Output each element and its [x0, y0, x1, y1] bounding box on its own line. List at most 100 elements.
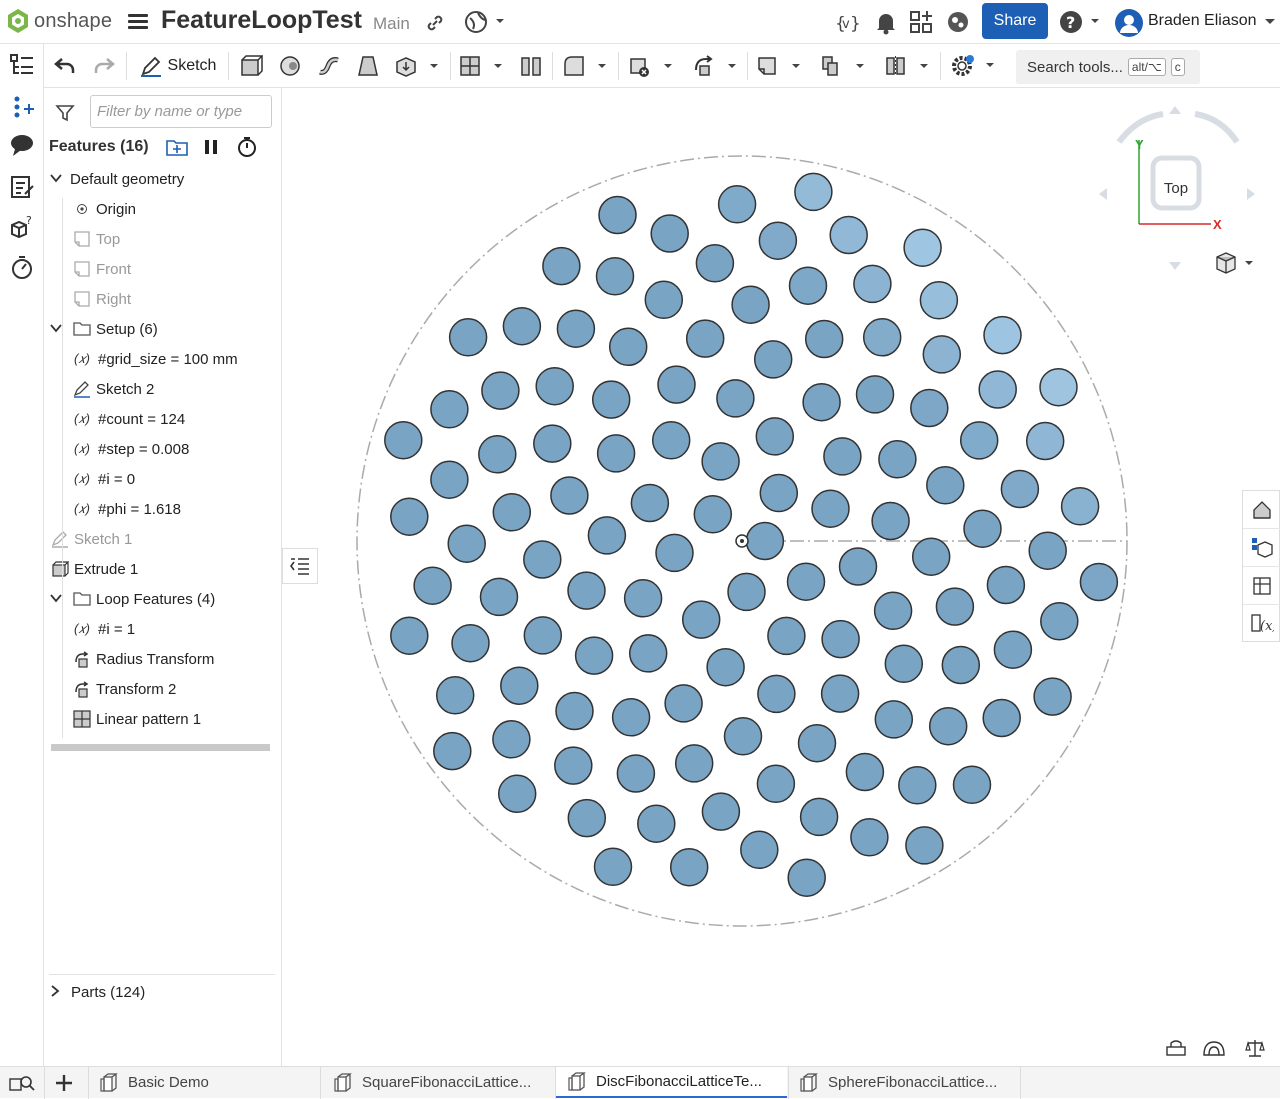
- disc-part[interactable]: [430, 460, 469, 499]
- search-tools-button[interactable]: Search tools... alt/⌥ c: [1016, 50, 1200, 84]
- section-view-icon[interactable]: [1164, 1038, 1188, 1058]
- graphics-viewport[interactable]: Top Y X: [282, 88, 1280, 1066]
- disc-part[interactable]: [574, 636, 614, 675]
- split-icon[interactable]: [518, 53, 544, 79]
- disc-part[interactable]: [794, 172, 833, 212]
- tab-square-fibonacci[interactable]: SquareFibonacciLattice...: [334, 1067, 554, 1098]
- tree-var-i0[interactable]: (𝑥) #i = 0: [70, 464, 135, 494]
- pause-icon[interactable]: [200, 136, 222, 158]
- disc-part[interactable]: [853, 264, 892, 304]
- disc-part[interactable]: [959, 421, 999, 460]
- disc-part[interactable]: [952, 765, 992, 805]
- disc-part[interactable]: [731, 285, 770, 324]
- disc-part[interactable]: [433, 731, 472, 771]
- disc-part[interactable]: [451, 623, 490, 663]
- disc-part[interactable]: [681, 600, 721, 639]
- disc-part[interactable]: [655, 533, 694, 573]
- measure-angle-icon[interactable]: [1202, 1038, 1226, 1058]
- branch-label[interactable]: Main: [373, 14, 410, 34]
- link-icon[interactable]: [424, 12, 446, 34]
- disc-part[interactable]: [701, 792, 741, 831]
- view-cube[interactable]: Top Y X: [1097, 100, 1257, 290]
- disc-part[interactable]: [829, 215, 868, 255]
- rotate-left-arrow-icon[interactable]: [1099, 188, 1107, 200]
- tree-var-count[interactable]: (𝑥) #count = 124: [70, 404, 185, 434]
- rotate-up-arrow-icon[interactable]: [1169, 106, 1181, 114]
- parts-list[interactable]: Parts (124): [49, 974, 275, 1004]
- disc-part[interactable]: [986, 565, 1026, 605]
- mass-properties-icon[interactable]: ?: [9, 214, 35, 240]
- disc-part[interactable]: [871, 501, 910, 541]
- disc-part[interactable]: [644, 280, 684, 320]
- disc-part[interactable]: [878, 440, 917, 479]
- disc-part[interactable]: [596, 434, 636, 473]
- disc-part[interactable]: [767, 616, 806, 656]
- disc-part[interactable]: [898, 766, 937, 805]
- disc-part[interactable]: [799, 797, 839, 837]
- mass-scale-icon[interactable]: [1244, 1037, 1266, 1059]
- timer-icon[interactable]: [9, 254, 35, 280]
- disc-part[interactable]: [664, 684, 703, 723]
- tree-loop-folder[interactable]: Loop Features (4): [50, 584, 215, 614]
- redo-icon[interactable]: [91, 53, 117, 79]
- menu-icon[interactable]: [128, 11, 148, 31]
- variables-icon[interactable]: {v}: [834, 10, 860, 36]
- disc-part[interactable]: [978, 370, 1017, 409]
- disc-part[interactable]: [669, 847, 709, 887]
- disc-part[interactable]: [862, 318, 902, 357]
- tree-radius-transform[interactable]: Radius Transform: [72, 644, 214, 674]
- disc-part[interactable]: [623, 579, 663, 618]
- disc-part[interactable]: [413, 566, 452, 605]
- disc-part[interactable]: [786, 562, 826, 601]
- disc-part[interactable]: [1000, 469, 1040, 509]
- disc-part[interactable]: [478, 435, 517, 474]
- share-button[interactable]: Share: [982, 3, 1048, 39]
- disc-part[interactable]: [905, 826, 944, 865]
- disc-part[interactable]: [542, 246, 581, 286]
- disc-part[interactable]: [1033, 677, 1072, 716]
- configurations-icon[interactable]: [1243, 567, 1280, 605]
- disc-part[interactable]: [611, 698, 651, 737]
- custom-features-gear-icon[interactable]: [948, 52, 998, 80]
- transform-icon[interactable]: [692, 53, 740, 79]
- notifications-bell-icon[interactable]: [874, 10, 898, 36]
- disc-part[interactable]: [430, 390, 469, 429]
- disc-part[interactable]: [845, 752, 885, 792]
- disc-part[interactable]: [523, 540, 562, 579]
- chevron-down-icon[interactable]: [50, 172, 64, 187]
- document-notes-icon[interactable]: [9, 174, 35, 200]
- sketch-button[interactable]: Sketch: [136, 52, 220, 80]
- disc-part[interactable]: [651, 421, 691, 460]
- filter-input[interactable]: Filter by name or type: [90, 95, 272, 128]
- document-title[interactable]: FeatureLoopTest: [161, 6, 362, 35]
- disc-part[interactable]: [755, 417, 795, 456]
- disc-part[interactable]: [855, 375, 895, 414]
- disc-part[interactable]: [500, 666, 539, 705]
- disc-part[interactable]: [740, 830, 779, 870]
- disc-part[interactable]: [787, 858, 826, 897]
- disc-part[interactable]: [595, 257, 635, 296]
- disc-part[interactable]: [759, 473, 799, 513]
- comments-icon[interactable]: [9, 132, 35, 158]
- disc-part[interactable]: [693, 495, 733, 534]
- linear-pattern-icon[interactable]: [820, 53, 868, 79]
- thicken-icon[interactable]: [394, 53, 442, 79]
- disc-part[interactable]: [850, 818, 889, 857]
- disc-part[interactable]: [717, 185, 757, 224]
- tree-plane-right[interactable]: Right: [72, 284, 131, 314]
- disc-part[interactable]: [497, 774, 537, 814]
- disc-part[interactable]: [556, 309, 596, 348]
- variable-table-icon[interactable]: (x): [1243, 605, 1280, 643]
- disc-part[interactable]: [535, 366, 574, 406]
- disc-part[interactable]: [911, 537, 951, 576]
- app-store-icon[interactable]: [908, 9, 934, 35]
- tree-plane-front[interactable]: Front: [72, 254, 131, 284]
- disc-part[interactable]: [657, 365, 696, 404]
- rotate-down-arrow-icon[interactable]: [1169, 262, 1181, 270]
- onshape-logo[interactable]: onshape: [6, 8, 112, 34]
- tree-origin[interactable]: Origin: [72, 194, 136, 224]
- disc-part[interactable]: [523, 616, 563, 655]
- plane-icon[interactable]: [756, 53, 804, 79]
- disc-part[interactable]: [481, 371, 520, 410]
- add-tab-button[interactable]: [52, 1071, 76, 1095]
